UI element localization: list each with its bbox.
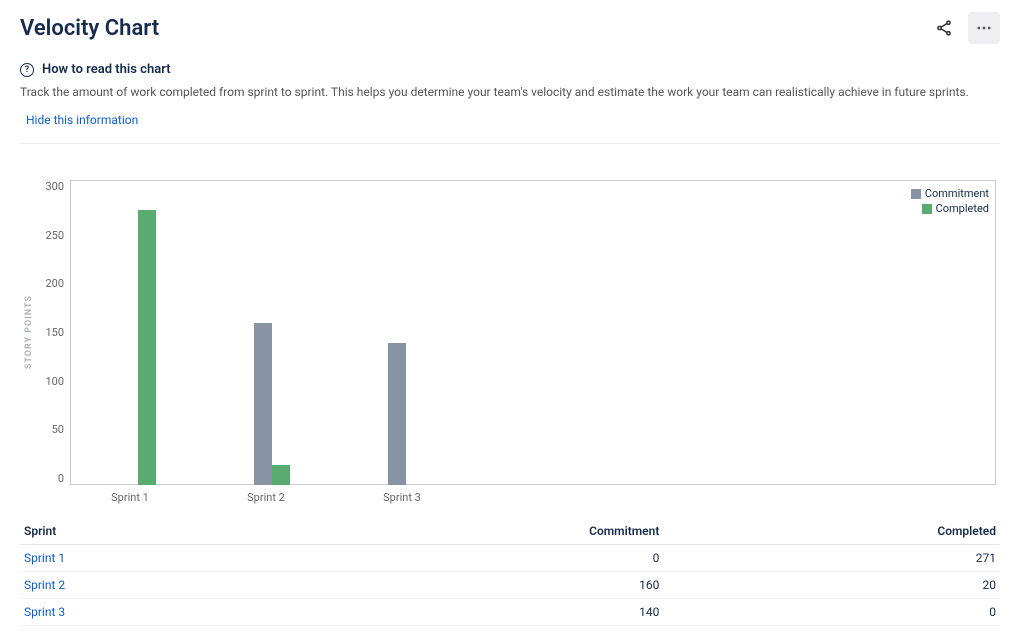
bar-completed[interactable] — [272, 465, 290, 485]
cell-completed: 0 — [663, 599, 1000, 626]
info-description: Track the amount of work completed from … — [20, 85, 1000, 99]
bar-completed[interactable] — [138, 210, 156, 485]
table-row: Sprint 216020 — [20, 572, 1000, 599]
legend-label: Commitment — [925, 187, 989, 200]
bar-commitment[interactable] — [254, 323, 272, 485]
cell-commitment: 0 — [268, 545, 663, 572]
share-icon — [935, 19, 953, 37]
help-icon: ? — [20, 63, 34, 77]
chart-legend: Commitment Completed — [911, 187, 989, 217]
col-sprint: Sprint — [20, 518, 268, 545]
chart-category — [205, 181, 339, 485]
info-heading: How to read this chart — [42, 62, 171, 77]
x-axis-ticks: Sprint 1Sprint 2Sprint 3 — [62, 491, 1000, 504]
legend-swatch-commitment — [911, 189, 921, 199]
legend-label: Completed — [936, 202, 989, 215]
y-axis-ticks: 300 250 200 150 100 50 0 — [38, 180, 70, 485]
more-horizontal-icon — [975, 19, 993, 37]
info-heading-row: ? How to read this chart — [20, 62, 1000, 77]
sprint-link[interactable]: Sprint 1 — [20, 545, 268, 572]
y-tick: 200 — [45, 277, 64, 290]
table-row: Sprint 31400 — [20, 599, 1000, 626]
x-tick: Sprint 1 — [62, 491, 198, 504]
share-button[interactable] — [928, 12, 960, 44]
legend-swatch-completed — [922, 204, 932, 214]
page-title: Velocity Chart — [20, 16, 159, 41]
y-tick: 150 — [45, 326, 64, 339]
header-actions — [928, 12, 1000, 44]
table-header-row: Sprint Commitment Completed — [20, 518, 1000, 545]
page-header: Velocity Chart — [20, 12, 1000, 44]
bar-commitment[interactable] — [388, 343, 406, 485]
x-tick: Sprint 2 — [198, 491, 334, 504]
hide-info-link[interactable]: Hide this information — [26, 113, 138, 127]
y-tick: 50 — [52, 423, 64, 436]
velocity-chart: STORY POINTS 300 250 200 150 100 50 0 Co… — [24, 180, 996, 485]
sprint-link[interactable]: Sprint 2 — [20, 572, 268, 599]
table-row: Sprint 10271 — [20, 545, 1000, 572]
col-completed: Completed — [663, 518, 1000, 545]
y-tick: 250 — [45, 229, 64, 242]
cell-commitment: 140 — [268, 599, 663, 626]
section-divider — [20, 143, 1000, 144]
chart-category — [71, 181, 205, 485]
cell-commitment: 160 — [268, 572, 663, 599]
y-tick: 0 — [58, 472, 64, 485]
velocity-table: Sprint Commitment Completed Sprint 10271… — [20, 518, 1000, 626]
x-tick: Sprint 3 — [334, 491, 470, 504]
y-tick: 300 — [45, 180, 64, 193]
chart-category — [339, 181, 473, 485]
cell-completed: 20 — [663, 572, 1000, 599]
col-commitment: Commitment — [268, 518, 663, 545]
legend-item-commitment: Commitment — [911, 187, 989, 200]
cell-completed: 271 — [663, 545, 1000, 572]
legend-item-completed: Completed — [911, 202, 989, 215]
more-actions-button[interactable] — [968, 12, 1000, 44]
plot-area: Commitment Completed — [70, 180, 996, 485]
sprint-link[interactable]: Sprint 3 — [20, 599, 268, 626]
y-tick: 100 — [45, 375, 64, 388]
y-axis-label: STORY POINTS — [24, 295, 34, 369]
